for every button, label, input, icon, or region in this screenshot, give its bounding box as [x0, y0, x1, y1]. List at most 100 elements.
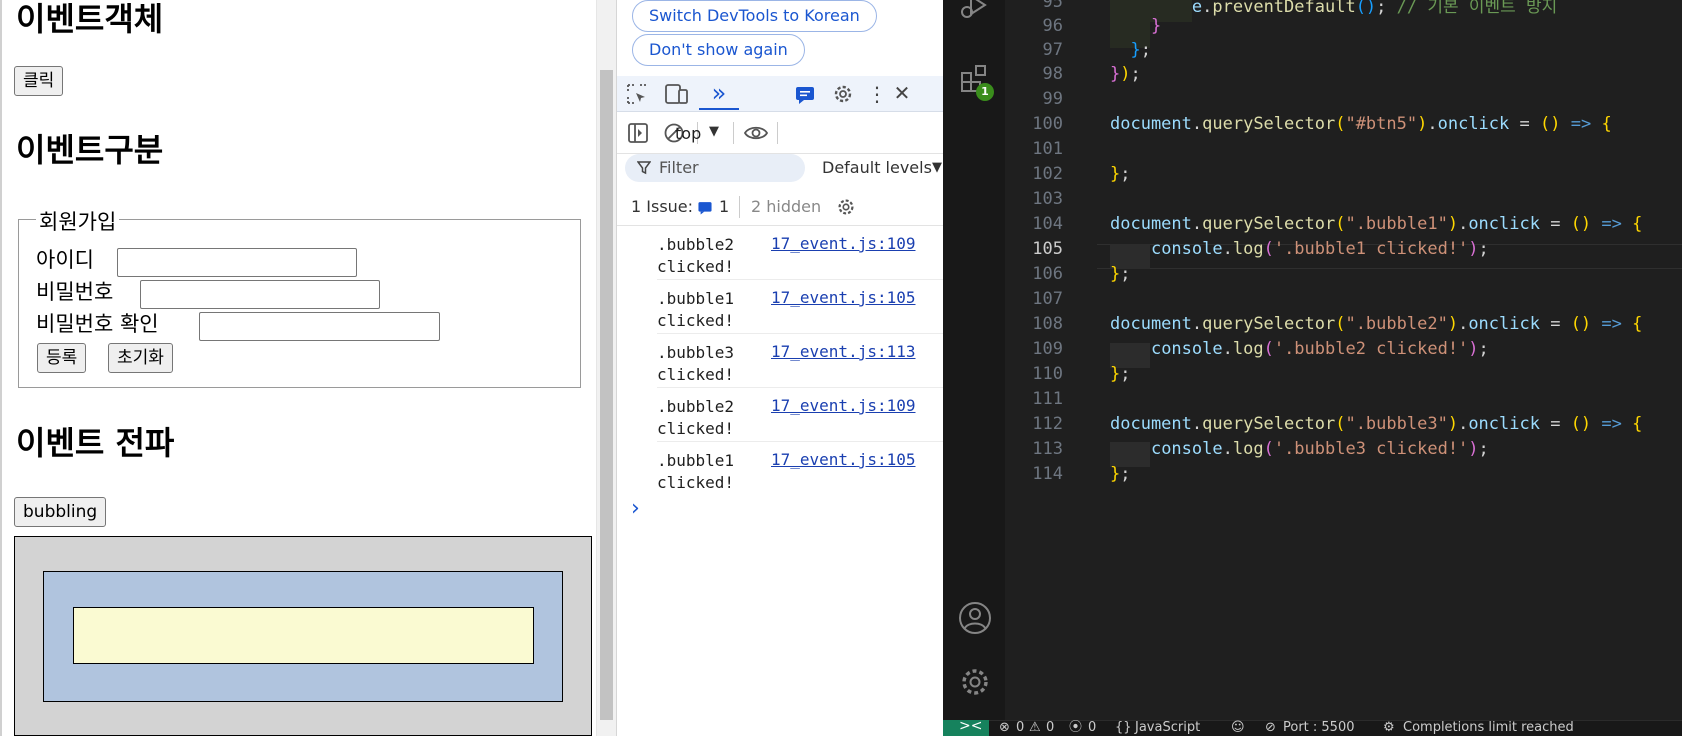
- code-line[interactable]: document.querySelector("#btn5").onclick …: [1110, 114, 1612, 134]
- line-number: 95: [1042, 0, 1063, 12]
- dont-show-again-button[interactable]: Don't show again: [632, 34, 805, 66]
- code-line[interactable]: };: [1110, 40, 1151, 60]
- issues-message-icon[interactable]: [794, 84, 816, 106]
- account-icon[interactable]: [958, 601, 992, 635]
- console-message-source-link[interactable]: 17_event.js:105: [771, 450, 916, 469]
- code-token: .: [1222, 439, 1233, 459]
- code-token: .: [1427, 114, 1438, 134]
- completions-icon: ⚙: [1383, 720, 1395, 735]
- settings-gear-icon[interactable]: [831, 82, 855, 106]
- live-expression-eye-icon[interactable]: [743, 122, 769, 144]
- copilot-icon[interactable]: ☺: [1231, 720, 1245, 736]
- code-token: document: [1110, 314, 1192, 334]
- sidebar-toggle-icon[interactable]: [627, 122, 649, 144]
- password-input[interactable]: [140, 280, 380, 309]
- heading-event-object: 이벤트객체: [16, 0, 164, 38]
- code-line[interactable]: document.querySelector(".bubble3").oncli…: [1110, 414, 1642, 434]
- code-line[interactable]: };: [1110, 464, 1131, 484]
- code-token: log: [1232, 339, 1264, 359]
- errors-count[interactable]: 0: [1016, 720, 1024, 736]
- issues-count[interactable]: 1: [719, 197, 729, 216]
- console-message-source-link[interactable]: 17_event.js:113: [771, 342, 916, 361]
- code-token: ;: [1120, 164, 1131, 184]
- code-token: log: [1232, 439, 1264, 459]
- manage-gear-icon[interactable]: [958, 665, 992, 699]
- context-dropdown-icon[interactable]: ▼: [709, 124, 719, 139]
- code-line[interactable]: document.querySelector(".bubble2").oncli…: [1110, 314, 1642, 334]
- code-line[interactable]: console.log('.bubble2 clicked!');: [1110, 339, 1489, 359]
- issue-message-icon[interactable]: [697, 200, 713, 216]
- code-token: console: [1150, 439, 1223, 459]
- run-debug-icon[interactable]: [959, 0, 989, 22]
- code-line[interactable]: console.log('.bubble3 clicked!');: [1110, 439, 1489, 459]
- ports-count[interactable]: 0: [1088, 720, 1096, 736]
- code-line[interactable]: }: [1110, 16, 1161, 36]
- console-message-source-link[interactable]: 17_event.js:109: [771, 234, 916, 253]
- reset-button[interactable]: 초기화: [108, 343, 173, 373]
- close-devtools-icon[interactable]: ✕: [893, 81, 911, 105]
- code-token: log: [1232, 239, 1264, 259]
- password-confirm-input[interactable]: [199, 312, 440, 341]
- switch-language-button[interactable]: Switch DevTools to Korean: [632, 0, 877, 32]
- errors-icon[interactable]: ⊗: [999, 720, 1010, 736]
- code-token: ;: [1120, 264, 1131, 284]
- vscode-window: 1 95 96 97 98 99 100 101 102 103 104 105…: [943, 0, 1682, 736]
- filter-input[interactable]: Filter: [625, 154, 805, 182]
- console-message-source-link[interactable]: 17_event.js:105: [771, 288, 916, 307]
- live-server-port[interactable]: Port : 5500: [1283, 720, 1355, 736]
- bubble1-box[interactable]: [73, 607, 534, 664]
- code-line[interactable]: document.querySelector(".bubble1").oncli…: [1110, 214, 1642, 234]
- code-token: console: [1150, 339, 1223, 359]
- more-panels-icon[interactable]: »: [699, 80, 739, 110]
- code-token: onclick: [1437, 114, 1510, 134]
- page-scroll-thumb[interactable]: [600, 70, 613, 720]
- language-mode[interactable]: JavaScript: [1135, 720, 1200, 736]
- bubbling-button[interactable]: bubbling: [14, 497, 107, 527]
- code-line[interactable]: e.preventDefault(); // 기본 이벤트 방지: [1110, 0, 1557, 17]
- password-confirm-label: 비밀번호 확인: [36, 312, 159, 336]
- line-number: 104: [1032, 214, 1063, 234]
- console-message-source-link[interactable]: 17_event.js:109: [771, 396, 916, 415]
- code-editor[interactable]: 95 96 97 98 99 100 101 102 103 104 105 1…: [1005, 0, 1682, 720]
- code-token: ;: [1478, 439, 1489, 459]
- line-number: 108: [1032, 314, 1063, 334]
- code-line[interactable]: };: [1110, 164, 1131, 184]
- code-line[interactable]: console.log('.bubble1 clicked!');: [1110, 239, 1489, 259]
- console-settings-gear-icon[interactable]: [835, 196, 857, 218]
- line-number: 98: [1042, 64, 1063, 84]
- heading-propagation: 이벤트 전파: [16, 424, 175, 462]
- context-select[interactable]: top: [675, 124, 701, 143]
- id-input[interactable]: [117, 248, 357, 277]
- ports-icon[interactable]: ⦿: [1069, 720, 1082, 736]
- line-number: 103: [1032, 189, 1063, 209]
- warnings-icon[interactable]: ⚠: [1029, 720, 1041, 736]
- browser-page: 이벤트객체 클릭 이벤트구분 회원가입 아이디 비밀번호 비밀번호 확인 등록 …: [0, 0, 596, 736]
- code-token: .: [1191, 114, 1203, 134]
- code-token: ".bubble1": [1345, 214, 1448, 234]
- code-token: ;: [1376, 0, 1397, 17]
- warnings-count[interactable]: 0: [1046, 720, 1054, 736]
- code-token: ;: [1478, 239, 1489, 259]
- hidden-count: 2 hidden: [751, 197, 822, 216]
- remote-indicator-button[interactable]: ><: [943, 718, 989, 736]
- code-line[interactable]: });: [1110, 64, 1141, 84]
- click-button[interactable]: 클릭: [14, 66, 64, 96]
- console-message: .bubble1 clicked! 17_event.js:105: [657, 442, 943, 496]
- code-token: onclick: [1468, 414, 1540, 434]
- log-levels-dropdown-icon[interactable]: ▼: [932, 160, 942, 175]
- console-message: .bubble2 clicked! 17_event.js:109: [657, 226, 943, 280]
- code-line[interactable]: };: [1110, 264, 1131, 284]
- context-divider-3: [777, 122, 778, 144]
- submit-button[interactable]: 등록: [37, 343, 87, 373]
- completions-status[interactable]: Completions limit reached: [1403, 720, 1574, 736]
- code-line[interactable]: };: [1110, 364, 1131, 384]
- inspect-element-icon[interactable]: [625, 82, 649, 106]
- more-options-icon[interactable]: ⋮: [867, 82, 887, 106]
- log-levels-select[interactable]: Default levels: [822, 158, 932, 177]
- console-prompt-icon[interactable]: ›: [631, 496, 640, 521]
- device-toolbar-icon[interactable]: [663, 82, 689, 106]
- password-label: 비밀번호: [36, 280, 114, 304]
